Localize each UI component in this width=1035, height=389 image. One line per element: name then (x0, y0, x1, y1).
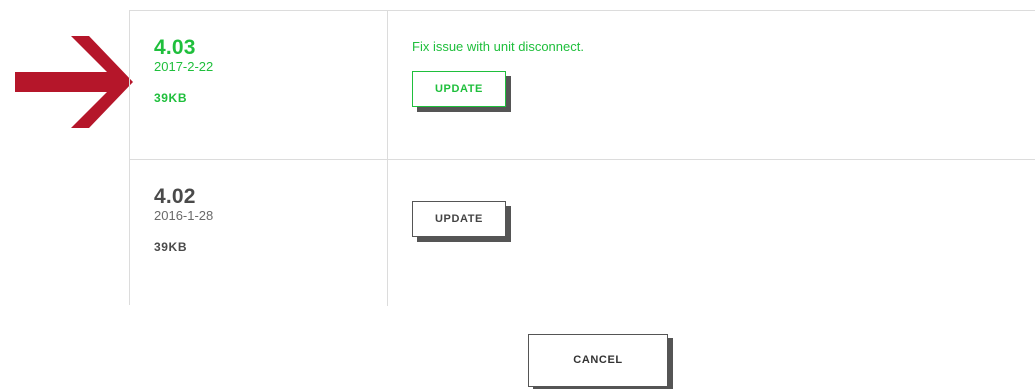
version-info: 4.03 2017-2-22 39KB (154, 36, 214, 106)
firmware-row-previous: 4.02 2016-1-28 39KB UPDATE (130, 160, 1035, 306)
version-number: 4.03 (154, 36, 196, 59)
release-date: 2016-1-28 (154, 208, 214, 223)
update-button-4-03[interactable]: UPDATE (412, 71, 506, 107)
firmware-row-latest: 4.03 2017-2-22 39KB Fix issue with unit … (130, 11, 1035, 160)
release-date: 2017-2-22 (154, 59, 214, 74)
cancel-button[interactable]: CANCEL (528, 334, 668, 387)
file-size: 39KB (154, 91, 188, 105)
firmware-version-table: 4.03 2017-2-22 39KB Fix issue with unit … (129, 10, 1035, 306)
version-details: Fix issue with unit disconnect. UPDATE (412, 39, 584, 107)
arrow-right-icon (15, 36, 133, 128)
column-divider (387, 11, 388, 159)
release-note: Fix issue with unit disconnect. (412, 39, 584, 54)
version-details: UPDATE (412, 201, 506, 237)
column-divider (387, 160, 388, 306)
version-number: 4.02 (154, 185, 196, 208)
firmware-update-dialog: 4.03 2017-2-22 39KB Fix issue with unit … (0, 0, 1035, 389)
version-info: 4.02 2016-1-28 39KB (154, 185, 214, 255)
update-button-4-02[interactable]: UPDATE (412, 201, 506, 237)
file-size: 39KB (154, 240, 188, 254)
